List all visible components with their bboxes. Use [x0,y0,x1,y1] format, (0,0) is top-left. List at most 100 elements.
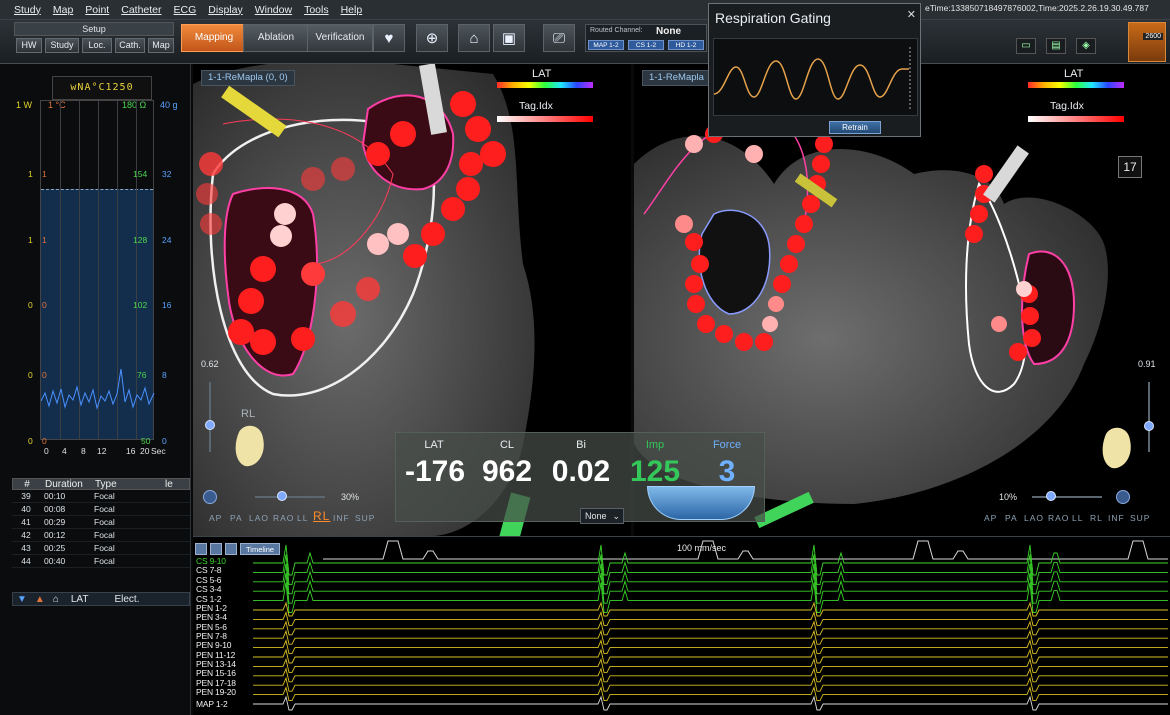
view-inf-left[interactable]: INF [333,513,350,523]
cath-button[interactable]: Cath. [115,38,145,53]
view-lao-right[interactable]: LAO [1024,513,1044,523]
table-row[interactable]: 39 00:10 Focal [12,490,190,503]
row-number: 40 [21,504,31,514]
force-axis-header: 40 g [160,100,178,110]
menu-tools[interactable]: Tools [304,4,329,16]
channel-label[interactable]: CS 7-8 [196,565,221,575]
view-ll-right[interactable]: LL [1072,513,1083,523]
filter-icon[interactable]: ▼ [17,594,27,605]
map-name-label-right[interactable]: 1-1-ReMapla [642,70,711,86]
counter-box[interactable]: 17 [1118,156,1142,178]
pin-icon[interactable]: ⌂ [53,594,59,605]
zoom-slider-left[interactable] [255,496,325,498]
heart-orientation-icon-right[interactable] [1098,424,1138,472]
col-extra[interactable]: le [165,479,173,490]
menu-study[interactable]: Study [14,4,41,16]
table-row[interactable]: 41 00:29 Focal [12,516,190,529]
cart-icon[interactable]: ▤ [1046,38,1066,54]
row-type: Focal [94,491,115,501]
timeline-button[interactable]: Timeline [240,543,281,555]
menu-catheter[interactable]: Catheter [121,4,161,16]
view-rl-left[interactable]: RL [313,509,330,523]
readout-dropdown[interactable]: None ⌄ [580,508,624,524]
channel-chip-hd[interactable]: HD 1-2 [668,40,704,50]
menu-help[interactable]: Help [341,4,363,16]
channel-label[interactable]: MAP 1-2 [196,699,228,709]
zoom-knob-right[interactable] [1046,491,1056,501]
ablation-mode-button[interactable]: Ablation [243,24,309,52]
hw-button[interactable]: HW [16,38,42,53]
table-row[interactable]: 40 00:08 Focal [12,503,190,516]
opacity-slider-left[interactable] [209,382,211,452]
opacity-slider-right[interactable] [1148,382,1150,452]
map-name-label-left[interactable]: 1-1-ReMapla (0, 0) [201,70,295,86]
mapping-mode-button[interactable]: Mapping [181,24,247,52]
sort-icon[interactable]: ▲ [35,594,45,605]
view-ap-left[interactable]: AP [209,513,222,523]
power-tick: 0 [28,300,33,310]
channel-label[interactable]: PEN 15-16 [196,668,236,678]
view-sup-right[interactable]: SUP [1130,513,1150,523]
routed-channel-box[interactable]: Routed Channel: None MAP 1-2 CS 1-2 HD 1… [585,24,707,52]
compass-icon[interactable]: ⊕ [416,24,448,52]
catheter-status-icon[interactable]: ◈ [1076,38,1096,54]
map-button[interactable]: Map [148,38,174,53]
reset-view-icon[interactable] [203,490,217,504]
proximity-indicator: 2600 [1128,22,1166,62]
menu-map[interactable]: Map [53,4,73,16]
channel-label[interactable]: PEN 19-20 [196,687,236,697]
respiration-gating-window[interactable]: Respiration Gating ✕ Retrain [708,3,921,137]
menu-display[interactable]: Display [208,4,242,16]
display-settings-icon[interactable]: ▣ [493,24,525,52]
table-row[interactable]: 43 00:25 Focal [12,542,190,555]
verification-mode-button[interactable]: Verification [307,24,373,52]
col-duration[interactable]: Duration [41,479,95,490]
view-rao-left[interactable]: RAO [273,513,294,523]
ecg-freeze-icon[interactable] [225,543,237,555]
view-pa-left[interactable]: PA [230,513,243,523]
menu-ecg[interactable]: ECG [174,4,197,16]
ablation-plot [40,100,155,440]
menu-point[interactable]: Point [85,4,109,16]
col-type[interactable]: Type [95,479,165,490]
view-ap-right[interactable]: AP [984,513,997,523]
heart-add-icon[interactable]: ♥ [373,24,405,52]
screen-icon[interactable]: ⎚ [543,24,575,52]
channel-label[interactable]: PEN 3-4 [196,612,227,622]
study-button[interactable]: Study [45,38,79,53]
table-row[interactable]: 44 00:40 Focal [12,555,190,568]
channel-chip-map[interactable]: MAP 1-2 [588,40,624,50]
channel-chip-cs[interactable]: CS 1-2 [628,40,664,50]
loc-button[interactable]: Loc. [82,38,112,53]
col-number[interactable]: # [13,479,41,490]
electrode-column[interactable]: Elect. [114,594,139,605]
view-pa-right[interactable]: PA [1005,513,1018,523]
opacity-slider-knob-right[interactable] [1144,421,1154,431]
force-tick: 24 [162,235,172,245]
heart-orientation-icon[interactable] [231,422,271,470]
lat-scale-label-left: LAT [532,68,552,80]
shell-icon[interactable]: ⌂ [458,24,490,52]
view-sup-left[interactable]: SUP [355,513,375,523]
menu-window[interactable]: Window [255,4,292,16]
ecg-zoom-icon[interactable] [195,543,207,555]
opacity-slider-knob-left[interactable] [205,420,215,430]
close-icon[interactable]: ✕ [907,8,916,21]
channel-label[interactable]: PEN 9-10 [196,640,231,650]
lat-column[interactable]: LAT [71,594,89,605]
monitor-icon[interactable]: ▭ [1016,38,1036,54]
view-rl-right[interactable]: RL [1090,513,1103,523]
retrain-button[interactable]: Retrain [829,121,881,134]
ecg-settings-icon[interactable] [210,543,222,555]
channel-label[interactable]: CS 3-4 [196,584,221,594]
row-duration: 00:12 [44,530,66,540]
zoom-slider-right[interactable] [1032,496,1102,498]
table-row[interactable]: 42 00:12 Focal [12,529,190,542]
reset-view-icon-right[interactable] [1116,490,1130,504]
view-lao-left[interactable]: LAO [249,513,269,523]
view-inf-right[interactable]: INF [1108,513,1125,523]
view-rao-right[interactable]: RAO [1048,513,1069,523]
view-ll-left[interactable]: LL [297,513,308,523]
imp-readout-label: Imp [645,439,665,451]
zoom-knob-left[interactable] [277,491,287,501]
